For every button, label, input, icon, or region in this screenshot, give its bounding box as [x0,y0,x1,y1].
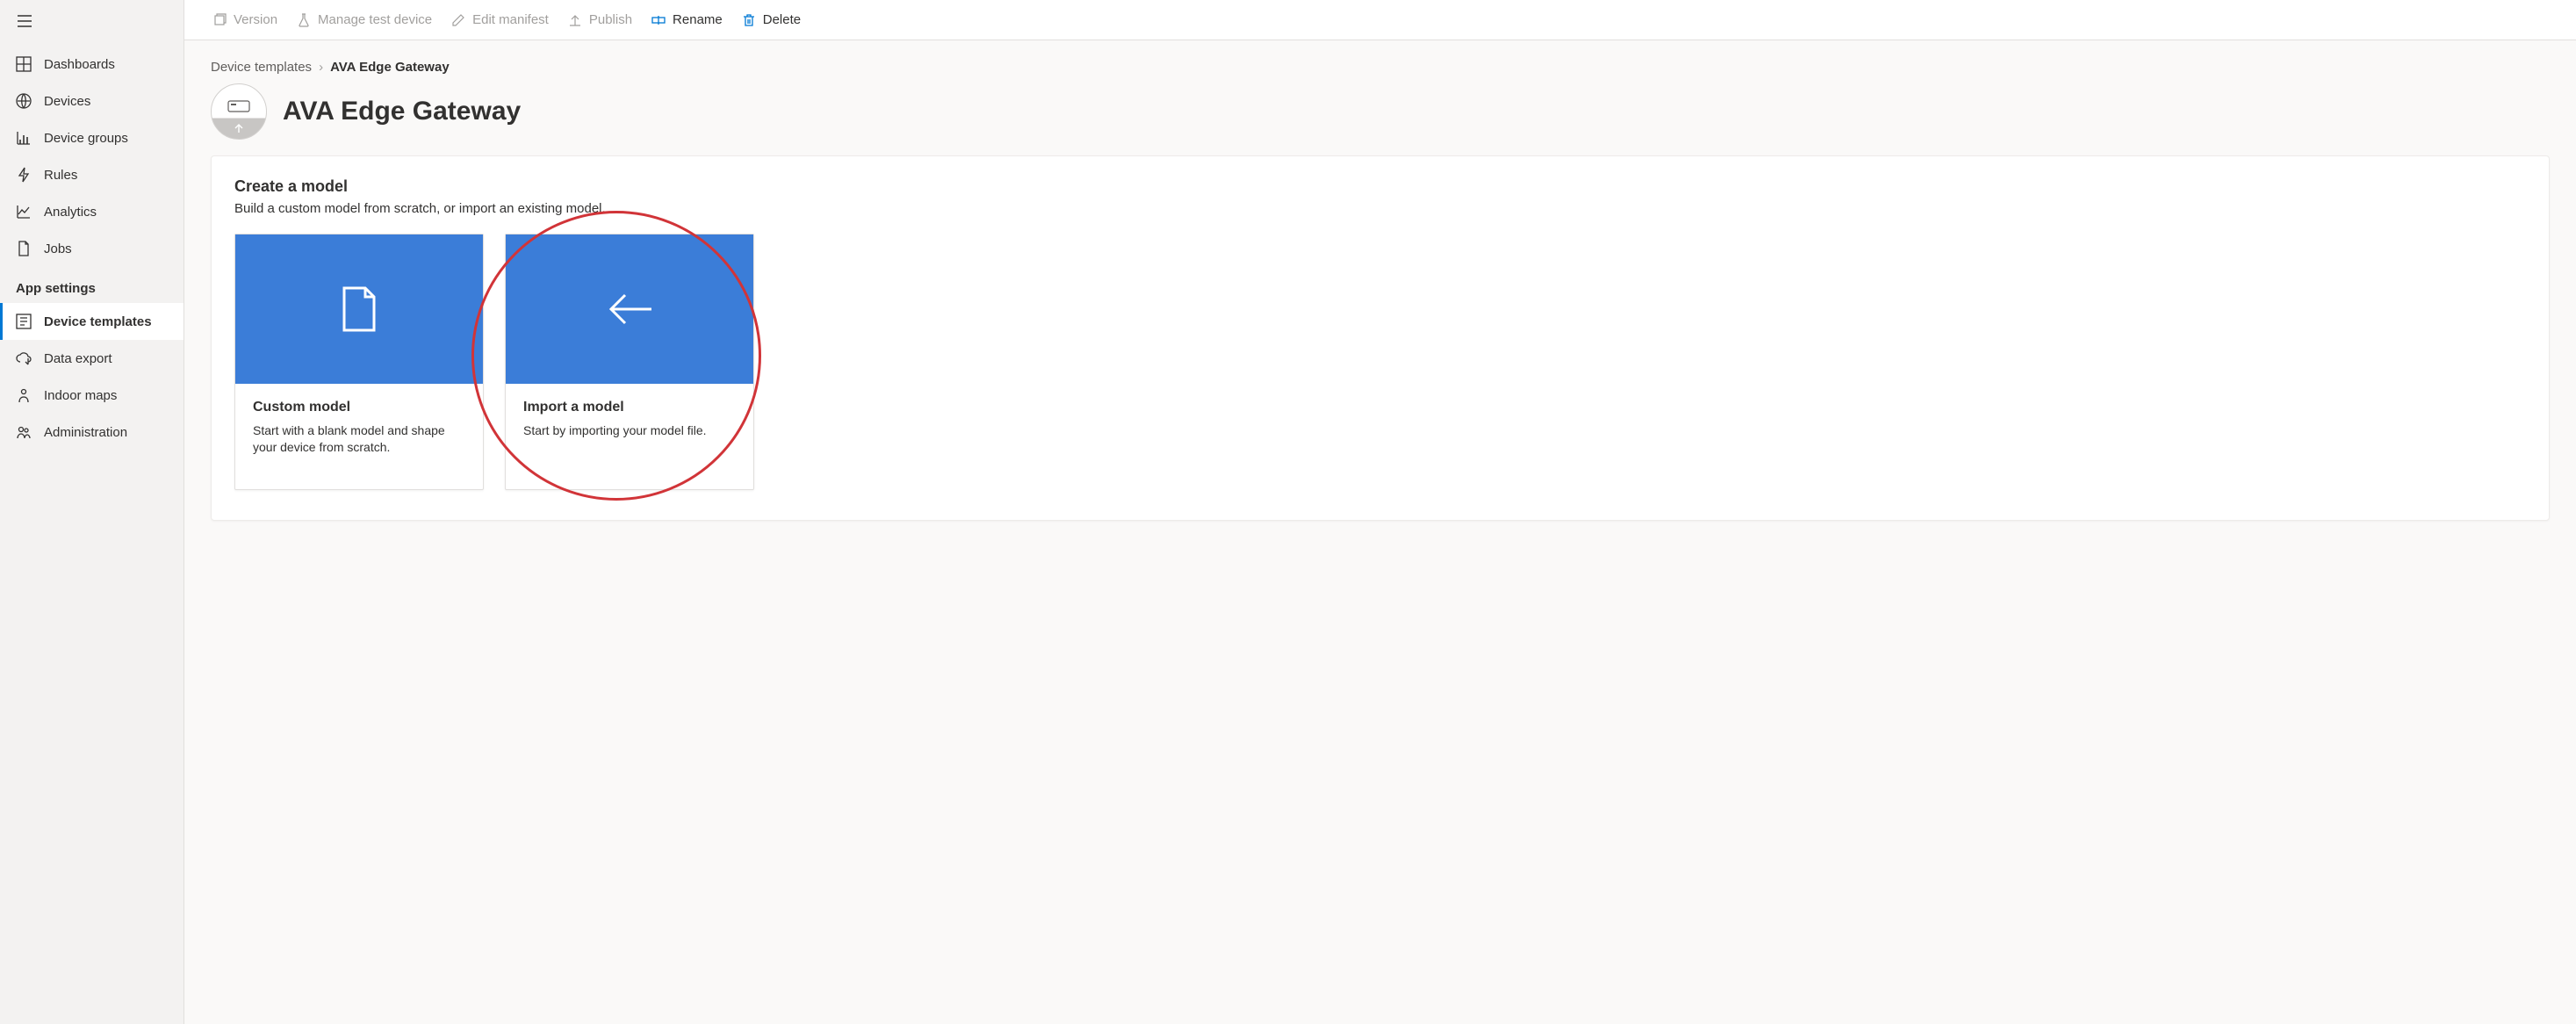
main-area: Version Manage test device Edit manifest… [184,0,2576,1024]
sidebar-item-label: Device groups [44,131,128,146]
line-chart-icon [16,204,32,220]
page-title: AVA Edge Gateway [283,97,521,126]
toolbar-label: Rename [673,12,723,27]
version-button[interactable]: Version [211,9,279,31]
sidebar-item-rules[interactable]: Rules [0,156,183,193]
publish-button[interactable]: Publish [566,9,634,31]
sidebar-item-device-templates[interactable]: Device templates [0,303,183,340]
up-arrow-icon [234,123,244,133]
sidebar-item-label: Analytics [44,205,97,220]
panel-subtitle: Build a custom model from scratch, or im… [234,201,2526,216]
cloud-export-icon [16,350,32,366]
sidebar-item-administration[interactable]: Administration [0,414,183,451]
sidebar-item-label: Devices [44,94,90,109]
upload-icon [568,13,582,27]
chevron-right-icon: › [319,60,323,75]
rename-icon [651,13,666,27]
sidebar-item-label: Data export [44,351,112,366]
sidebar-section-heading: App settings [0,267,183,303]
custom-model-card[interactable]: Custom model Start with a blank model an… [234,234,484,490]
grid-icon [16,56,32,72]
sidebar-item-label: Device templates [44,314,152,329]
breadcrumb: Device templates › AVA Edge Gateway [211,60,2550,75]
file-icon [341,286,378,332]
sidebar-item-label: Dashboards [44,57,115,72]
bar-chart-icon [16,130,32,146]
edit-manifest-button[interactable]: Edit manifest [450,9,550,31]
toolbar: Version Manage test device Edit manifest… [184,0,2576,40]
sidebar-item-label: Administration [44,425,127,440]
card-title: Custom model [253,400,465,415]
card-desc: Start with a blank model and shape your … [253,422,465,456]
pencil-icon [451,13,465,27]
model-cards: Custom model Start with a blank model an… [234,234,2526,490]
template-avatar [211,83,267,140]
lightning-icon [16,167,32,183]
manage-test-device-button[interactable]: Manage test device [295,9,434,31]
trash-icon [742,13,756,27]
sidebar-item-label: Indoor maps [44,388,117,403]
sidebar-item-dashboards[interactable]: Dashboards [0,46,183,83]
card-hero [235,234,483,384]
breadcrumb-current: AVA Edge Gateway [330,60,450,75]
sidebar-item-device-groups[interactable]: Device groups [0,119,183,156]
version-icon [212,13,227,27]
toolbar-label: Publish [589,12,632,27]
sidebar-item-indoor-maps[interactable]: Indoor maps [0,377,183,414]
toolbar-label: Edit manifest [472,12,549,27]
person-map-icon [16,387,32,403]
toolbar-label: Delete [763,12,801,27]
card-hero [506,234,753,384]
arrow-left-icon [606,292,653,327]
sidebar-item-label: Jobs [44,242,72,256]
import-model-card[interactable]: Import a model Start by importing your m… [505,234,754,490]
breadcrumb-root[interactable]: Device templates [211,60,312,75]
card-desc: Start by importing your model file. [523,422,736,439]
create-model-panel: Create a model Build a custom model from… [211,155,2550,521]
sidebar-item-data-export[interactable]: Data export [0,340,183,377]
rename-button[interactable]: Rename [650,9,724,31]
content-area: Device templates › AVA Edge Gateway AVA … [184,40,2576,1024]
template-icon [16,314,32,329]
document-icon [16,241,32,256]
toolbar-label: Version [234,12,277,27]
globe-icon [16,93,32,109]
delete-button[interactable]: Delete [740,9,802,31]
panel-title: Create a model [234,177,2526,196]
device-icon [227,100,250,112]
hamburger-icon [16,12,33,30]
sidebar: Dashboards Devices Device groups Rules A… [0,0,184,1024]
sidebar-item-jobs[interactable]: Jobs [0,230,183,267]
hamburger-button[interactable] [0,0,183,46]
card-title: Import a model [523,400,736,415]
sidebar-item-label: Rules [44,168,77,183]
sidebar-item-analytics[interactable]: Analytics [0,193,183,230]
flask-icon [297,13,311,27]
toolbar-label: Manage test device [318,12,432,27]
sidebar-item-devices[interactable]: Devices [0,83,183,119]
people-icon [16,424,32,440]
